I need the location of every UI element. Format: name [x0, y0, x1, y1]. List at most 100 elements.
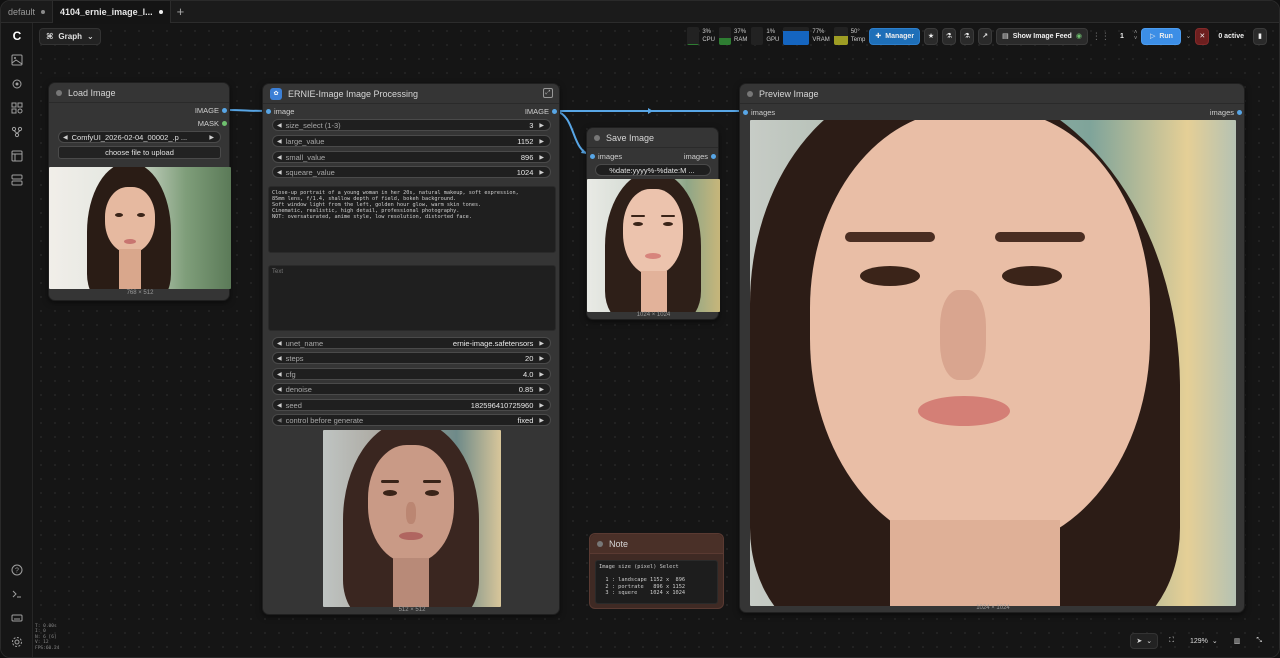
widget-cfg[interactable]: ◀ cfg 4.0 ▶: [272, 368, 551, 380]
arrow-left-icon[interactable]: ◀: [63, 134, 68, 141]
widget-label: small_value: [285, 152, 326, 162]
slot-dot-icon[interactable]: [711, 154, 716, 159]
slot-dot-icon[interactable]: [743, 110, 748, 115]
arrow-right-icon[interactable]: ▶: [539, 386, 544, 393]
model-button[interactable]: ⚗: [942, 27, 957, 45]
arrow-left-icon[interactable]: ◀: [277, 122, 282, 129]
graph-mode-button[interactable]: ⌘ Graph ⌄: [39, 28, 101, 45]
input-slot-image[interactable]: image: [266, 107, 294, 116]
arrow-left-icon[interactable]: ◀: [277, 138, 282, 145]
node-header[interactable]: Note: [590, 534, 723, 554]
load-image-node[interactable]: Load Image IMAGE MASK ◀ ComfyUI_2026-02-…: [48, 82, 231, 301]
widget-value: 1152: [517, 136, 534, 146]
zoom-control[interactable]: 129% ⌄: [1185, 633, 1223, 649]
queue-stepper-icon[interactable]: ˄ ˅: [1134, 30, 1138, 42]
monitor-value: 77%: [812, 29, 825, 35]
arrow-left-icon[interactable]: ◀: [277, 169, 282, 176]
arrow-left-icon[interactable]: ◀: [277, 417, 282, 424]
arrow-left-icon[interactable]: ◀: [277, 371, 282, 378]
arrow-left-icon[interactable]: ◀: [277, 355, 282, 362]
widget-denoise[interactable]: ◀ denoise 0.85 ▶: [272, 383, 551, 395]
output-slot-images[interactable]: images: [684, 152, 716, 161]
widget-value: 1024: [516, 167, 534, 177]
widget-seed[interactable]: ◀ seed 182596410725960 ▶: [272, 399, 551, 411]
slot-dot-icon[interactable]: [266, 109, 271, 114]
arrow-right-icon[interactable]: ▶: [539, 417, 544, 424]
arrow-left-icon[interactable]: ◀: [277, 386, 282, 393]
collapse-dot-icon[interactable]: [597, 540, 603, 547]
arrow-left-icon[interactable]: ◀: [277, 402, 282, 409]
arrow-right-icon[interactable]: ▶: [539, 371, 544, 378]
image-dimensions: 1024 × 1024: [636, 312, 671, 318]
share-button[interactable]: ↗: [978, 27, 993, 45]
slot-dot-icon[interactable]: [590, 154, 595, 159]
widget-control-before-generate[interactable]: ◀ control before generate fixed ▶: [272, 414, 551, 426]
arrow-right-icon[interactable]: ▶: [539, 138, 544, 145]
widget-unet-name[interactable]: ◀ unet_name ernie-image.safetensors ▶: [272, 337, 551, 349]
node-header[interactable]: Preview Image: [740, 84, 1244, 104]
model-alt-button[interactable]: ⚗: [960, 27, 975, 45]
output-slot-image[interactable]: IMAGE: [195, 106, 227, 115]
widget-small-value[interactable]: ◀ small_value 896 ▶: [272, 151, 551, 163]
toggle-panel-button[interactable]: ▮: [1253, 27, 1267, 45]
widget-value: ernie-image.safetensors: [452, 338, 534, 348]
negative-prompt-textarea[interactable]: Text: [268, 265, 556, 331]
arrow-right-icon[interactable]: ▶: [539, 122, 544, 129]
run-button[interactable]: ▷ Run: [1141, 27, 1182, 45]
save-image-node[interactable]: Save Image images images %date:yyyy%-%da…: [586, 127, 720, 320]
star-button[interactable]: ★: [924, 27, 939, 45]
widget-value: 20: [525, 353, 534, 363]
arrow-right-icon[interactable]: ▶: [539, 169, 544, 176]
fit-view-button[interactable]: ⛶: [1164, 633, 1179, 649]
output-slot-image[interactable]: IMAGE: [525, 107, 557, 116]
monitor-bar: [751, 27, 764, 45]
node-header[interactable]: Load Image: [49, 83, 229, 103]
input-slot-images[interactable]: images: [743, 108, 775, 117]
output-slot-mask[interactable]: MASK: [198, 119, 227, 128]
minimap-button[interactable]: ▥: [1229, 633, 1246, 649]
run-options-chevron-icon[interactable]: ⌄: [1185, 32, 1191, 40]
show-image-feed-button[interactable]: ▤ Show Image Feed ◉: [996, 27, 1088, 45]
slot-dot-icon[interactable]: [222, 108, 227, 113]
output-slot-images[interactable]: images: [1210, 108, 1242, 117]
note-node[interactable]: Note Image size (pixel) Select 1 : lands…: [589, 533, 724, 609]
collapse-dot-icon[interactable]: [747, 90, 753, 97]
node-header[interactable]: Save Image: [587, 128, 718, 148]
expand-icon[interactable]: ⤢: [543, 88, 553, 98]
note-textarea[interactable]: Image size (pixel) Select 1 : landscape …: [595, 560, 718, 604]
prompt-textarea[interactable]: Close-up portrait of a young woman in he…: [268, 186, 556, 253]
arrow-right-icon[interactable]: ▶: [539, 402, 544, 409]
ernie-image-processing-node[interactable]: ✿ ERNIE-Image Image Processing ⤢ image I…: [262, 83, 560, 615]
star-icon: ★: [927, 33, 935, 40]
drag-handle-icon[interactable]: ⋮⋮: [1092, 31, 1110, 42]
arrow-right-icon[interactable]: ▶: [539, 340, 544, 347]
filename-prefix-input[interactable]: %date:yyyy%-%date:M ...: [595, 164, 711, 176]
slot-dot-icon[interactable]: [552, 109, 557, 114]
slot-dot-icon[interactable]: [222, 121, 227, 126]
active-queue-button[interactable]: 0 active: [1213, 28, 1249, 45]
select-mode-button[interactable]: ➤ ⌄: [1130, 633, 1159, 649]
ernie-node-icon: ✿: [270, 87, 282, 100]
queue-count-input[interactable]: 1: [1114, 28, 1130, 45]
widget-squeare-value[interactable]: ◀ squeare_value 1024 ▶: [272, 166, 551, 178]
node-header[interactable]: ✿ ERNIE-Image Image Processing ⤢: [263, 84, 559, 104]
arrow-left-icon[interactable]: ◀: [277, 340, 282, 347]
arrow-left-icon[interactable]: ◀: [277, 154, 282, 161]
arrow-right-icon[interactable]: ▶: [539, 355, 544, 362]
slot-dot-icon[interactable]: [1237, 110, 1242, 115]
widget-large-value[interactable]: ◀ large_value 1152 ▶: [272, 135, 551, 147]
cancel-run-button[interactable]: ✕: [1195, 27, 1210, 45]
play-icon: ▷: [1149, 33, 1156, 40]
input-slot-images[interactable]: images: [590, 152, 622, 161]
image-file-select[interactable]: ◀ ComfyUI_2026-02-04_00002_.p ... ▶: [58, 131, 221, 143]
arrow-right-icon[interactable]: ▶: [539, 154, 544, 161]
arrow-right-icon[interactable]: ▶: [209, 134, 214, 141]
collapse-dot-icon[interactable]: [594, 134, 600, 141]
preview-image-node[interactable]: Preview Image images images 1024 × 1024: [739, 83, 1245, 613]
manager-button[interactable]: ✚ Manager: [869, 27, 921, 45]
collapse-dot-icon[interactable]: [56, 89, 62, 96]
upload-button[interactable]: choose file to upload: [58, 146, 221, 159]
link-visibility-button[interactable]: ⤡: [1251, 633, 1267, 649]
widget-steps[interactable]: ◀ steps 20 ▶: [272, 352, 551, 364]
widget-size-select[interactable]: ◀ size_select (1-3) 3 ▶: [272, 119, 551, 131]
